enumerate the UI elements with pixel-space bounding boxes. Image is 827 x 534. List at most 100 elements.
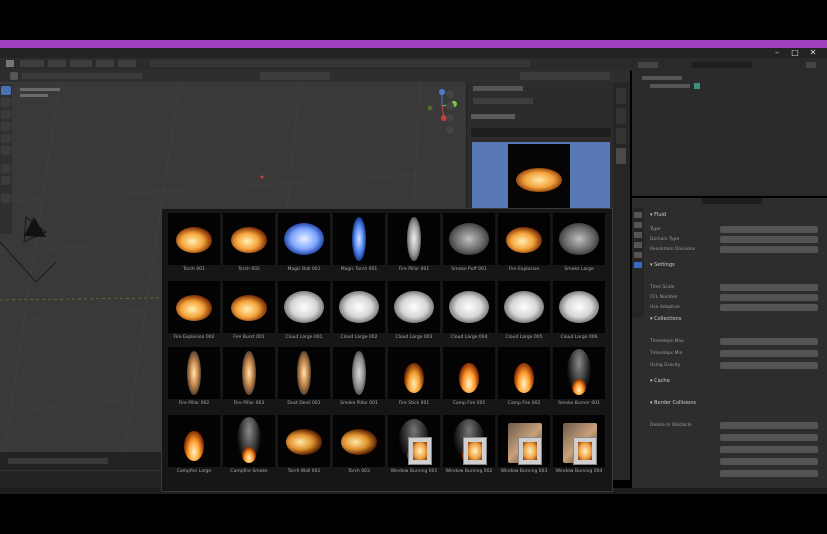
render-props-icon[interactable] xyxy=(634,222,642,228)
grid-icon[interactable] xyxy=(446,126,454,134)
transform-tool-icon[interactable] xyxy=(1,146,11,155)
asset-tile[interactable]: Fire Explosion xyxy=(498,213,550,275)
asset-tile[interactable]: Camp Fire 001 xyxy=(443,347,495,409)
app-menu-icon[interactable] xyxy=(6,60,14,67)
asset-preview-image xyxy=(242,351,256,395)
asset-tile[interactable]: Window Burning 004 xyxy=(553,415,605,477)
asset-tile[interactable]: Cloud Large 005 xyxy=(498,281,550,343)
props-field[interactable] xyxy=(720,226,818,233)
move-tool-icon[interactable] xyxy=(1,110,11,119)
tab-item[interactable] xyxy=(616,88,626,104)
asset-tile[interactable]: Cloud Large 002 xyxy=(333,281,385,343)
outliner-row-object[interactable] xyxy=(650,84,690,88)
add-cube-tool-icon[interactable] xyxy=(1,194,11,203)
props-field[interactable] xyxy=(720,350,818,357)
menu-render[interactable] xyxy=(70,60,92,67)
asset-tile[interactable]: Campfire Large xyxy=(168,415,220,477)
close-icon[interactable]: ✕ xyxy=(806,48,820,58)
props-field[interactable] xyxy=(720,446,818,453)
asset-tile[interactable]: Window Burning 002 xyxy=(443,415,495,477)
props-field[interactable] xyxy=(720,246,818,253)
scene-props-icon[interactable] xyxy=(634,242,642,248)
props-section-border[interactable]: ▾ Border Collisions xyxy=(650,400,820,407)
asset-tile[interactable]: Camp Fire 002 xyxy=(498,347,550,409)
asset-tile[interactable]: Smoke Pillar 001 xyxy=(333,347,385,409)
measure-tool-icon[interactable] xyxy=(1,176,11,185)
timeline-controls[interactable] xyxy=(8,458,108,464)
outliner-search[interactable] xyxy=(692,62,752,68)
physics-props-icon[interactable] xyxy=(634,262,642,268)
props-section-settings[interactable]: ▾ Settings xyxy=(650,262,820,269)
props-field[interactable] xyxy=(720,458,818,465)
shading-buttons[interactable] xyxy=(520,72,610,80)
menu-file[interactable] xyxy=(20,60,44,67)
workspace-tabs[interactable] xyxy=(150,60,530,67)
asset-thumbnail xyxy=(223,347,275,399)
asset-tile[interactable]: Torch 002 xyxy=(223,213,275,275)
pan-icon[interactable] xyxy=(446,102,454,110)
asset-tile[interactable]: Dust Devil 001 xyxy=(278,347,330,409)
tab-tool[interactable] xyxy=(616,108,626,124)
viewport-menus[interactable] xyxy=(22,73,142,79)
asset-tile[interactable]: Cloud Large 003 xyxy=(388,281,440,343)
props-field[interactable] xyxy=(720,338,818,345)
properties-search[interactable] xyxy=(702,198,762,204)
outliner-row-scene[interactable] xyxy=(642,76,682,80)
props-field[interactable] xyxy=(720,470,818,477)
menu-window[interactable] xyxy=(96,60,114,67)
camera-icon[interactable] xyxy=(446,114,454,122)
zoom-icon[interactable] xyxy=(446,90,454,98)
asset-dropdown[interactable] xyxy=(471,128,611,137)
props-field[interactable] xyxy=(720,304,818,311)
asset-tile[interactable]: Magic Torch 001 xyxy=(333,213,385,275)
outliner-filter[interactable] xyxy=(638,62,658,68)
asset-tile[interactable]: Fire Pillar 001 xyxy=(388,213,440,275)
asset-tile[interactable]: Smoke Burner 001 xyxy=(553,347,605,409)
asset-tile[interactable]: Smoke Large xyxy=(553,213,605,275)
tab-view[interactable] xyxy=(616,128,626,144)
asset-tile[interactable]: Cloud Large 006 xyxy=(553,281,605,343)
scale-tool-icon[interactable] xyxy=(1,134,11,143)
tool-props-icon[interactable] xyxy=(634,212,642,218)
annotate-tool-icon[interactable] xyxy=(1,164,11,173)
rotate-tool-icon[interactable] xyxy=(1,122,11,131)
asset-tile[interactable]: Window Burning 001 xyxy=(388,415,440,477)
asset-tile[interactable]: Torch 001 xyxy=(168,213,220,275)
props-section-cache[interactable]: ▾ Cache xyxy=(650,378,820,385)
panel-option-row[interactable] xyxy=(473,98,533,104)
editor-type-icon[interactable] xyxy=(10,72,18,80)
props-field[interactable] xyxy=(720,434,818,441)
asset-tile[interactable]: Magic Ball 001 xyxy=(278,213,330,275)
asset-tile[interactable]: Torch Wall 001 xyxy=(278,415,330,477)
props-field[interactable] xyxy=(720,284,818,291)
world-props-icon[interactable] xyxy=(634,252,642,258)
asset-tile[interactable]: Fire Pillar 002 xyxy=(168,347,220,409)
props-section-fluid[interactable]: ▾ Fluid xyxy=(650,212,820,219)
asset-tile[interactable]: Fire Burst 001 xyxy=(223,281,275,343)
minimize-icon[interactable]: – xyxy=(770,48,784,58)
menu-edit[interactable] xyxy=(48,60,66,67)
asset-tile[interactable]: Cloud Large 004 xyxy=(443,281,495,343)
output-props-icon[interactable] xyxy=(634,232,642,238)
props-field[interactable] xyxy=(720,422,818,429)
asset-tile[interactable]: Window Burning 003 xyxy=(498,415,550,477)
asset-tile[interactable]: Torch 003 xyxy=(333,415,385,477)
transform-orientation[interactable] xyxy=(260,72,330,80)
menu-help[interactable] xyxy=(118,60,136,67)
props-field[interactable] xyxy=(720,236,818,243)
asset-tile[interactable]: Campfire Smoke xyxy=(223,415,275,477)
props-field[interactable] xyxy=(720,362,818,369)
asset-tile[interactable]: Fire Pillar 003 xyxy=(223,347,275,409)
props-section-collections[interactable]: ▾ Collections xyxy=(650,316,820,323)
asset-tile[interactable]: Fire Stick 001 xyxy=(388,347,440,409)
asset-tile[interactable]: Smoke Puff 001 xyxy=(443,213,495,275)
tab-assets[interactable] xyxy=(616,148,626,164)
cursor-tool-icon[interactable] xyxy=(1,98,11,107)
select-tool-icon[interactable] xyxy=(1,86,11,95)
asset-tile[interactable]: Cloud Large 001 xyxy=(278,281,330,343)
outliner-options[interactable] xyxy=(806,62,816,68)
asset-preview[interactable] xyxy=(472,142,610,208)
asset-tile[interactable]: Fire Explosion 002 xyxy=(168,281,220,343)
maximize-icon[interactable]: □ xyxy=(788,48,802,58)
props-field[interactable] xyxy=(720,294,818,301)
